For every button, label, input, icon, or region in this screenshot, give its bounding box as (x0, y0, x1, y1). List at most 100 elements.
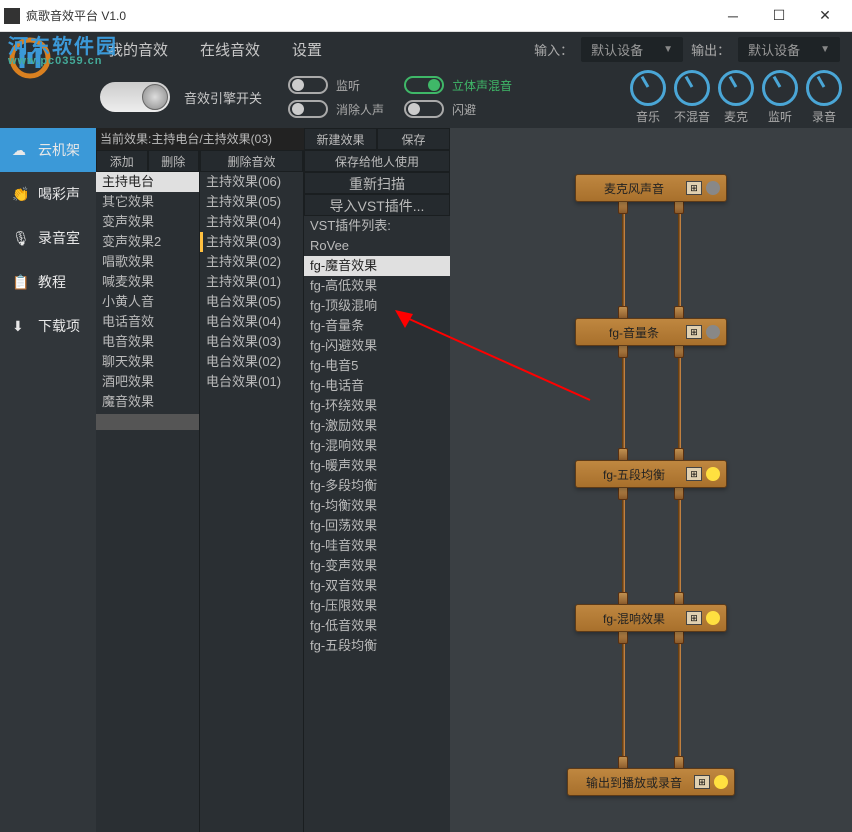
vst-item[interactable]: fg-回荡效果 (304, 516, 450, 536)
monitor-toggle[interactable] (288, 76, 328, 94)
category-item[interactable]: 变声效果 (96, 212, 199, 232)
node-status-dot[interactable] (706, 611, 720, 625)
node-settings-icon[interactable]: ⊞ (686, 181, 702, 195)
cable-plug (674, 344, 684, 358)
vst-item[interactable]: RoVee (304, 236, 450, 256)
save-button[interactable]: 保存 (377, 128, 450, 150)
node-label: fg-音量条 (582, 324, 686, 341)
node-status-dot[interactable] (714, 775, 728, 789)
sidebar-item-1[interactable]: 👏喝彩声 (0, 172, 96, 216)
preset-item[interactable]: 主持效果(05) (200, 192, 303, 212)
vst-item[interactable]: fg-高低效果 (304, 276, 450, 296)
effect-node[interactable]: 输出到播放或录音 ⊞ (567, 768, 735, 796)
output-label: 输出： (691, 40, 730, 59)
category-item[interactable]: 变声效果2 (96, 232, 199, 252)
sidebar-item-3[interactable]: 📋教程 (0, 260, 96, 304)
category-item[interactable]: 魔音效果 (96, 392, 199, 412)
input-select[interactable]: 默认设备▼ (581, 37, 683, 62)
vst-item[interactable]: fg-电话音 (304, 376, 450, 396)
vst-item[interactable]: fg-均衡效果 (304, 496, 450, 516)
preset-item[interactable]: 主持效果(01) (200, 272, 303, 292)
cable (678, 346, 681, 460)
stereo-mix-toggle[interactable] (404, 76, 444, 94)
effect-node[interactable]: 麦克风声音 ⊞ (575, 174, 727, 202)
node-settings-icon[interactable]: ⊞ (694, 775, 710, 789)
knob-4[interactable] (806, 70, 842, 106)
category-item[interactable]: 酒吧效果 (96, 372, 199, 392)
output-select[interactable]: 默认设备▼ (738, 37, 840, 62)
node-settings-icon[interactable]: ⊞ (686, 325, 702, 339)
vst-item[interactable]: fg-多段均衡 (304, 476, 450, 496)
effect-node[interactable]: fg-音量条 ⊞ (575, 318, 727, 346)
delete-effect-button[interactable]: 删除音效 (200, 150, 303, 172)
knob-1[interactable] (674, 70, 710, 106)
save-for-others-button[interactable]: 保存给他人使用 (304, 150, 450, 172)
node-settings-icon[interactable]: ⊞ (686, 467, 702, 481)
vst-item[interactable]: fg-双音效果 (304, 576, 450, 596)
sidebar-icon: 🎙 (12, 230, 30, 246)
delete-button[interactable]: 删除 (148, 150, 200, 172)
vst-item[interactable]: fg-闪避效果 (304, 336, 450, 356)
category-item[interactable]: 唱歌效果 (96, 252, 199, 272)
vst-item[interactable]: fg-暖声效果 (304, 456, 450, 476)
preset-item[interactable]: 主持效果(02) (200, 252, 303, 272)
close-button[interactable]: ✕ (802, 1, 848, 31)
vst-item[interactable]: fg-电音5 (304, 356, 450, 376)
preset-item[interactable]: 电台效果(05) (200, 292, 303, 312)
vst-item[interactable]: fg-顶级混响 (304, 296, 450, 316)
vst-item[interactable]: fg-哇音效果 (304, 536, 450, 556)
preset-item[interactable]: 电台效果(01) (200, 372, 303, 392)
knob-2[interactable] (718, 70, 754, 106)
vst-item[interactable]: fg-变声效果 (304, 556, 450, 576)
engine-switch[interactable] (100, 82, 170, 112)
category-item[interactable]: 电音效果 (96, 332, 199, 352)
duck-toggle[interactable] (404, 100, 444, 118)
rescan-button[interactable]: 重新扫描 (304, 172, 450, 194)
tab-online-effects[interactable]: 在线音效 (200, 39, 260, 60)
node-status-dot[interactable] (706, 467, 720, 481)
knob-3[interactable] (762, 70, 798, 106)
category-item[interactable]: 其它效果 (96, 192, 199, 212)
preset-item[interactable]: 主持效果(03) (200, 232, 303, 252)
sidebar-item-2[interactable]: 🎙录音室 (0, 216, 96, 260)
minimize-button[interactable]: ─ (710, 1, 756, 31)
vst-item[interactable]: fg-低音效果 (304, 616, 450, 636)
category-item[interactable]: 喊麦效果 (96, 272, 199, 292)
vst-item[interactable]: fg-五段均衡 (304, 636, 450, 656)
vst-item[interactable]: fg-激励效果 (304, 416, 450, 436)
add-button[interactable]: 添加 (96, 150, 148, 172)
remove-vocal-toggle[interactable] (288, 100, 328, 118)
category-item[interactable]: 聊天效果 (96, 352, 199, 372)
vst-item[interactable]: fg-音量条 (304, 316, 450, 336)
category-item[interactable]: 小黄人音 (96, 292, 199, 312)
effect-node[interactable]: fg-五段均衡 ⊞ (575, 460, 727, 488)
node-status-dot[interactable] (706, 325, 720, 339)
sidebar-item-4[interactable]: ⬇下载项 (0, 304, 96, 348)
sidebar-item-0[interactable]: ☁云机架 (0, 128, 96, 172)
category-item[interactable]: 主持电台 (96, 172, 199, 192)
category-item[interactable]: 电话音效 (96, 312, 199, 332)
effect-node[interactable]: fg-混响效果 ⊞ (575, 604, 727, 632)
import-vst-button[interactable]: 导入VST插件... (304, 194, 450, 216)
knob-0[interactable] (630, 70, 666, 106)
knob-label: 麦克 (724, 108, 748, 125)
node-settings-icon[interactable]: ⊞ (686, 611, 702, 625)
tab-settings[interactable]: 设置 (292, 39, 322, 60)
vst-item[interactable]: fg-魔音效果 (304, 256, 450, 276)
scrollbar[interactable] (96, 414, 199, 430)
preset-item[interactable]: 主持效果(04) (200, 212, 303, 232)
cable-plug (618, 200, 628, 214)
preset-item[interactable]: 主持效果(06) (200, 172, 303, 192)
vst-item[interactable]: fg-压限效果 (304, 596, 450, 616)
vst-item[interactable]: fg-混响效果 (304, 436, 450, 456)
new-effect-button[interactable]: 新建效果 (304, 128, 377, 150)
knob-label: 监听 (768, 108, 792, 125)
node-status-dot[interactable] (706, 181, 720, 195)
vst-item[interactable]: fg-环绕效果 (304, 396, 450, 416)
maximize-button[interactable]: ☐ (756, 1, 802, 31)
preset-item[interactable]: 电台效果(04) (200, 312, 303, 332)
cable-plug (674, 200, 684, 214)
preset-item[interactable]: 电台效果(03) (200, 332, 303, 352)
preset-item[interactable]: 电台效果(02) (200, 352, 303, 372)
effect-chain-canvas[interactable]: 麦克风声音 ⊞ fg-音量条 ⊞ fg-五段均衡 ⊞ fg-混响效果 ⊞ 输出到… (450, 128, 852, 832)
